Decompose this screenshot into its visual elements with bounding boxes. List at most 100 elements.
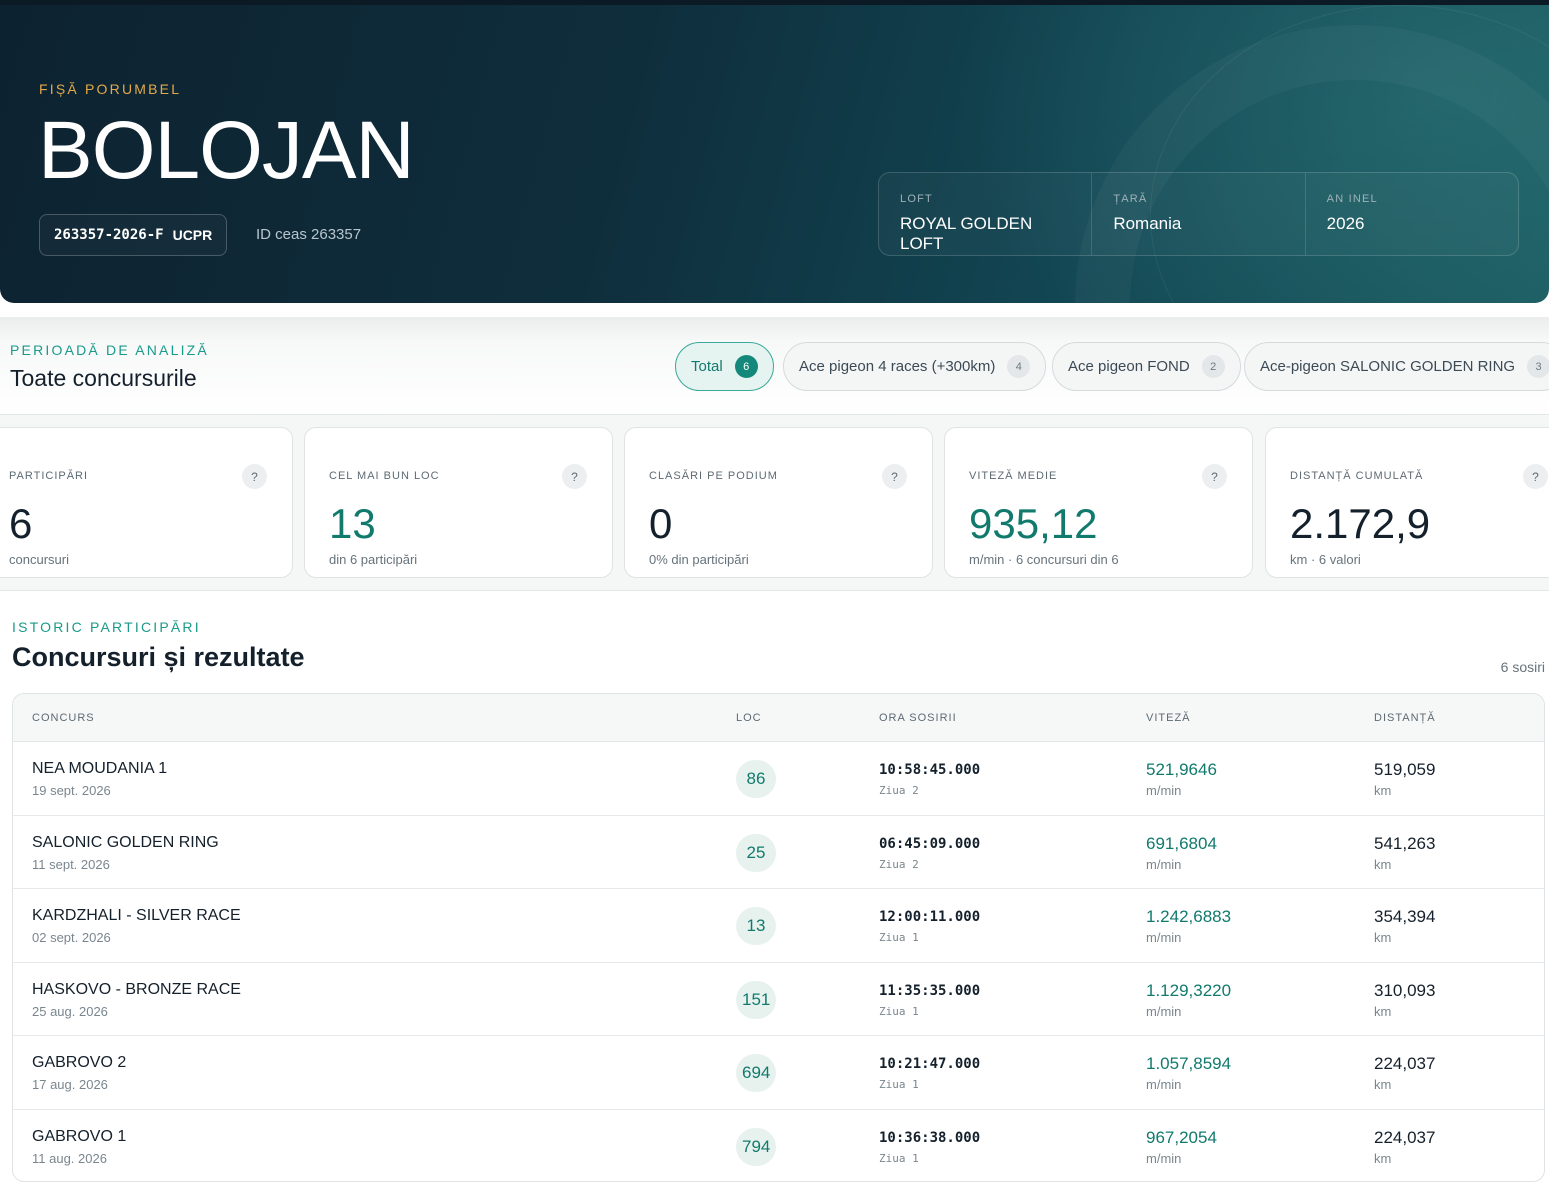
stat-subtitle: km · 6 valori bbox=[1290, 552, 1361, 567]
info-value: ROYAL GOLDEN LOFT bbox=[900, 214, 1033, 253]
race-date: 11 aug. 2026 bbox=[32, 1150, 107, 1166]
distance-value: 519,059 bbox=[1374, 760, 1436, 779]
period-heading: Toate concursurile bbox=[10, 365, 197, 391]
place-badge: 151 bbox=[736, 980, 777, 1019]
column-header-arrival-time[interactable]: ORA SOSIRII bbox=[879, 712, 957, 724]
speed-value: 1.057,8594 bbox=[1146, 1054, 1232, 1073]
filter-count-badge: 6 bbox=[734, 355, 758, 378]
stat-label: DISTANȚĂ CUMULATĂ bbox=[1290, 470, 1424, 482]
stat-value: 2.172,9 bbox=[1290, 500, 1431, 547]
filter-count-badge: 3 bbox=[1527, 355, 1549, 378]
arrival-time: 11:35:35.000 bbox=[879, 982, 981, 999]
race-name: SALONIC GOLDEN RING bbox=[32, 833, 219, 851]
stat-subtitle: concursuri bbox=[9, 552, 69, 567]
info-label: ȚARĂ bbox=[1113, 193, 1148, 205]
race-date: 19 sept. 2026 bbox=[32, 783, 111, 798]
arrival-time: 10:36:38.000 bbox=[879, 1129, 981, 1146]
column-header-race[interactable]: CONCURS bbox=[32, 712, 95, 724]
stat-label: PARTICIPĂRI bbox=[9, 470, 89, 482]
speed-unit: m/min bbox=[1146, 783, 1182, 798]
ring-number: 263357-2026-F bbox=[54, 227, 164, 243]
stat-subtitle: m/min · 6 concursuri din 6 bbox=[969, 552, 1119, 567]
distance-unit: km bbox=[1374, 1150, 1392, 1166]
pigeon-info-box: LOFT ROYAL GOLDEN LOFT ȚARĂ Romania AN I… bbox=[878, 172, 1519, 256]
distance-unit: km bbox=[1374, 1003, 1392, 1019]
column-header-speed[interactable]: VITEZĂ bbox=[1146, 712, 1191, 724]
table-header: CONCURS LOC ORA SOSIRII VITEZĂ DISTANȚĂ bbox=[13, 694, 1544, 742]
hero-eyebrow: FIȘĂ PORUMBEL bbox=[39, 81, 182, 97]
info-label: LOFT bbox=[900, 193, 933, 205]
help-icon[interactable]: ? bbox=[242, 464, 267, 489]
speed-value: 691,6804 bbox=[1146, 833, 1217, 853]
stats-row: PARTICIPĂRI ? 6 concursuri CEL MAI BUN L… bbox=[0, 415, 1549, 591]
help-icon[interactable]: ? bbox=[562, 464, 587, 489]
history-eyebrow: ISTORIC PARTICIPĂRI bbox=[12, 619, 201, 635]
ring-number-badge: 263357-2026-F UCPR bbox=[39, 214, 228, 256]
place-badge: 86 bbox=[736, 760, 776, 798]
info-country: ȚARĂ Romania bbox=[1092, 173, 1306, 255]
distance-unit: km bbox=[1374, 1077, 1392, 1092]
filter-ace-4-races[interactable]: Ace pigeon 4 races (+300km) 4 bbox=[783, 342, 1047, 391]
help-icon[interactable]: ? bbox=[1523, 464, 1548, 489]
filter-label: Ace pigeon 4 races (+300km) bbox=[799, 358, 996, 375]
stat-card-participations: PARTICIPĂRI ? 6 concursuri bbox=[0, 427, 293, 578]
stat-value: 13 bbox=[329, 500, 376, 547]
table-row[interactable]: HASKOVO - BRONZE RACE 25 aug. 2026 151 1… bbox=[13, 963, 1544, 1036]
filter-label: Ace-pigeon SALONIC GOLDEN RING bbox=[1260, 358, 1516, 375]
speed-value: 521,9646 bbox=[1146, 760, 1217, 779]
stat-value: 0 bbox=[649, 500, 673, 547]
filter-count-badge: 2 bbox=[1201, 355, 1225, 378]
table-row[interactable]: GABROVO 1 11 aug. 2026 794 10:36:38.000 … bbox=[13, 1110, 1544, 1182]
info-value: 2026 bbox=[1326, 214, 1365, 233]
speed-unit: m/min bbox=[1146, 856, 1182, 872]
period-eyebrow: PERIOADĂ DE ANALIZĂ bbox=[10, 342, 209, 358]
arrival-day: Ziua 2 bbox=[879, 857, 919, 871]
ring-organization: UCPR bbox=[172, 227, 213, 243]
race-name: GABROVO 2 bbox=[32, 1054, 127, 1071]
place-badge: 694 bbox=[736, 1054, 777, 1092]
arrival-day: Ziua 1 bbox=[879, 1078, 919, 1091]
filter-label: Total bbox=[691, 358, 723, 375]
pigeon-name: BOLOJAN bbox=[38, 105, 415, 196]
race-name: GABROVO 1 bbox=[32, 1127, 127, 1145]
table-row[interactable]: SALONIC GOLDEN RING 11 sept. 2026 25 06:… bbox=[13, 816, 1544, 889]
race-name: NEA MOUDANIA 1 bbox=[32, 760, 168, 777]
pigeon-hero: FIȘĂ PORUMBEL BOLOJAN 263357-2026-F UCPR… bbox=[0, 0, 1549, 303]
speed-unit: m/min bbox=[1146, 1077, 1182, 1092]
filter-ace-salonic[interactable]: Ace-pigeon SALONIC GOLDEN RING 3 bbox=[1244, 342, 1549, 391]
race-date: 25 aug. 2026 bbox=[32, 1003, 108, 1019]
results-table: CONCURS LOC ORA SOSIRII VITEZĂ DISTANȚĂ … bbox=[12, 693, 1545, 1182]
speed-value: 967,2054 bbox=[1146, 1127, 1217, 1147]
place-badge: 25 bbox=[736, 833, 776, 872]
race-date: 11 sept. 2026 bbox=[32, 856, 110, 872]
arrival-time: 06:45:09.000 bbox=[879, 835, 981, 852]
stat-label: CLASĂRI PE PODIUM bbox=[649, 470, 778, 482]
column-header-place[interactable]: LOC bbox=[736, 712, 762, 724]
help-icon[interactable]: ? bbox=[1202, 464, 1227, 489]
stat-card-average-speed: VITEZĂ MEDIE ? 935,12 m/min · 6 concursu… bbox=[944, 427, 1253, 578]
race-name: KARDZHALI - SILVER RACE bbox=[32, 907, 241, 924]
arrival-day: Ziua 1 bbox=[879, 931, 919, 944]
stat-value: 6 bbox=[9, 500, 33, 547]
column-header-distance[interactable]: DISTANȚĂ bbox=[1374, 712, 1436, 724]
table-row[interactable]: GABROVO 2 17 aug. 2026 694 10:21:47.000 … bbox=[13, 1036, 1544, 1110]
table-row[interactable]: NEA MOUDANIA 1 19 sept. 2026 86 10:58:45… bbox=[13, 742, 1544, 816]
speed-value: 1.242,6883 bbox=[1146, 907, 1232, 926]
info-ring-year: AN INEL 2026 bbox=[1306, 173, 1518, 255]
filter-total[interactable]: Total 6 bbox=[675, 342, 774, 391]
arrival-time: 12:00:11.000 bbox=[879, 909, 981, 925]
arrival-time: 10:21:47.000 bbox=[879, 1056, 981, 1072]
help-icon[interactable]: ? bbox=[882, 464, 907, 489]
filter-ace-fond[interactable]: Ace pigeon FOND 2 bbox=[1052, 342, 1241, 391]
stat-value: 935,12 bbox=[969, 500, 1098, 547]
info-loft: LOFT ROYAL GOLDEN LOFT bbox=[879, 173, 1093, 255]
history-title: Concursuri și rezultate bbox=[12, 642, 305, 672]
period-filter-bar: PERIOADĂ DE ANALIZĂ Toate concursurile T… bbox=[0, 317, 1549, 415]
filter-label: Ace pigeon FOND bbox=[1068, 358, 1190, 375]
arrival-day: Ziua 1 bbox=[879, 1151, 919, 1165]
stat-card-total-distance: DISTANȚĂ CUMULATĂ ? 2.172,9 km · 6 valor… bbox=[1265, 427, 1549, 578]
table-row[interactable]: KARDZHALI - SILVER RACE 02 sept. 2026 13… bbox=[13, 889, 1544, 963]
info-label: AN INEL bbox=[1326, 193, 1378, 205]
race-date: 02 sept. 2026 bbox=[32, 930, 111, 945]
arrival-day: Ziua 1 bbox=[879, 1004, 919, 1018]
